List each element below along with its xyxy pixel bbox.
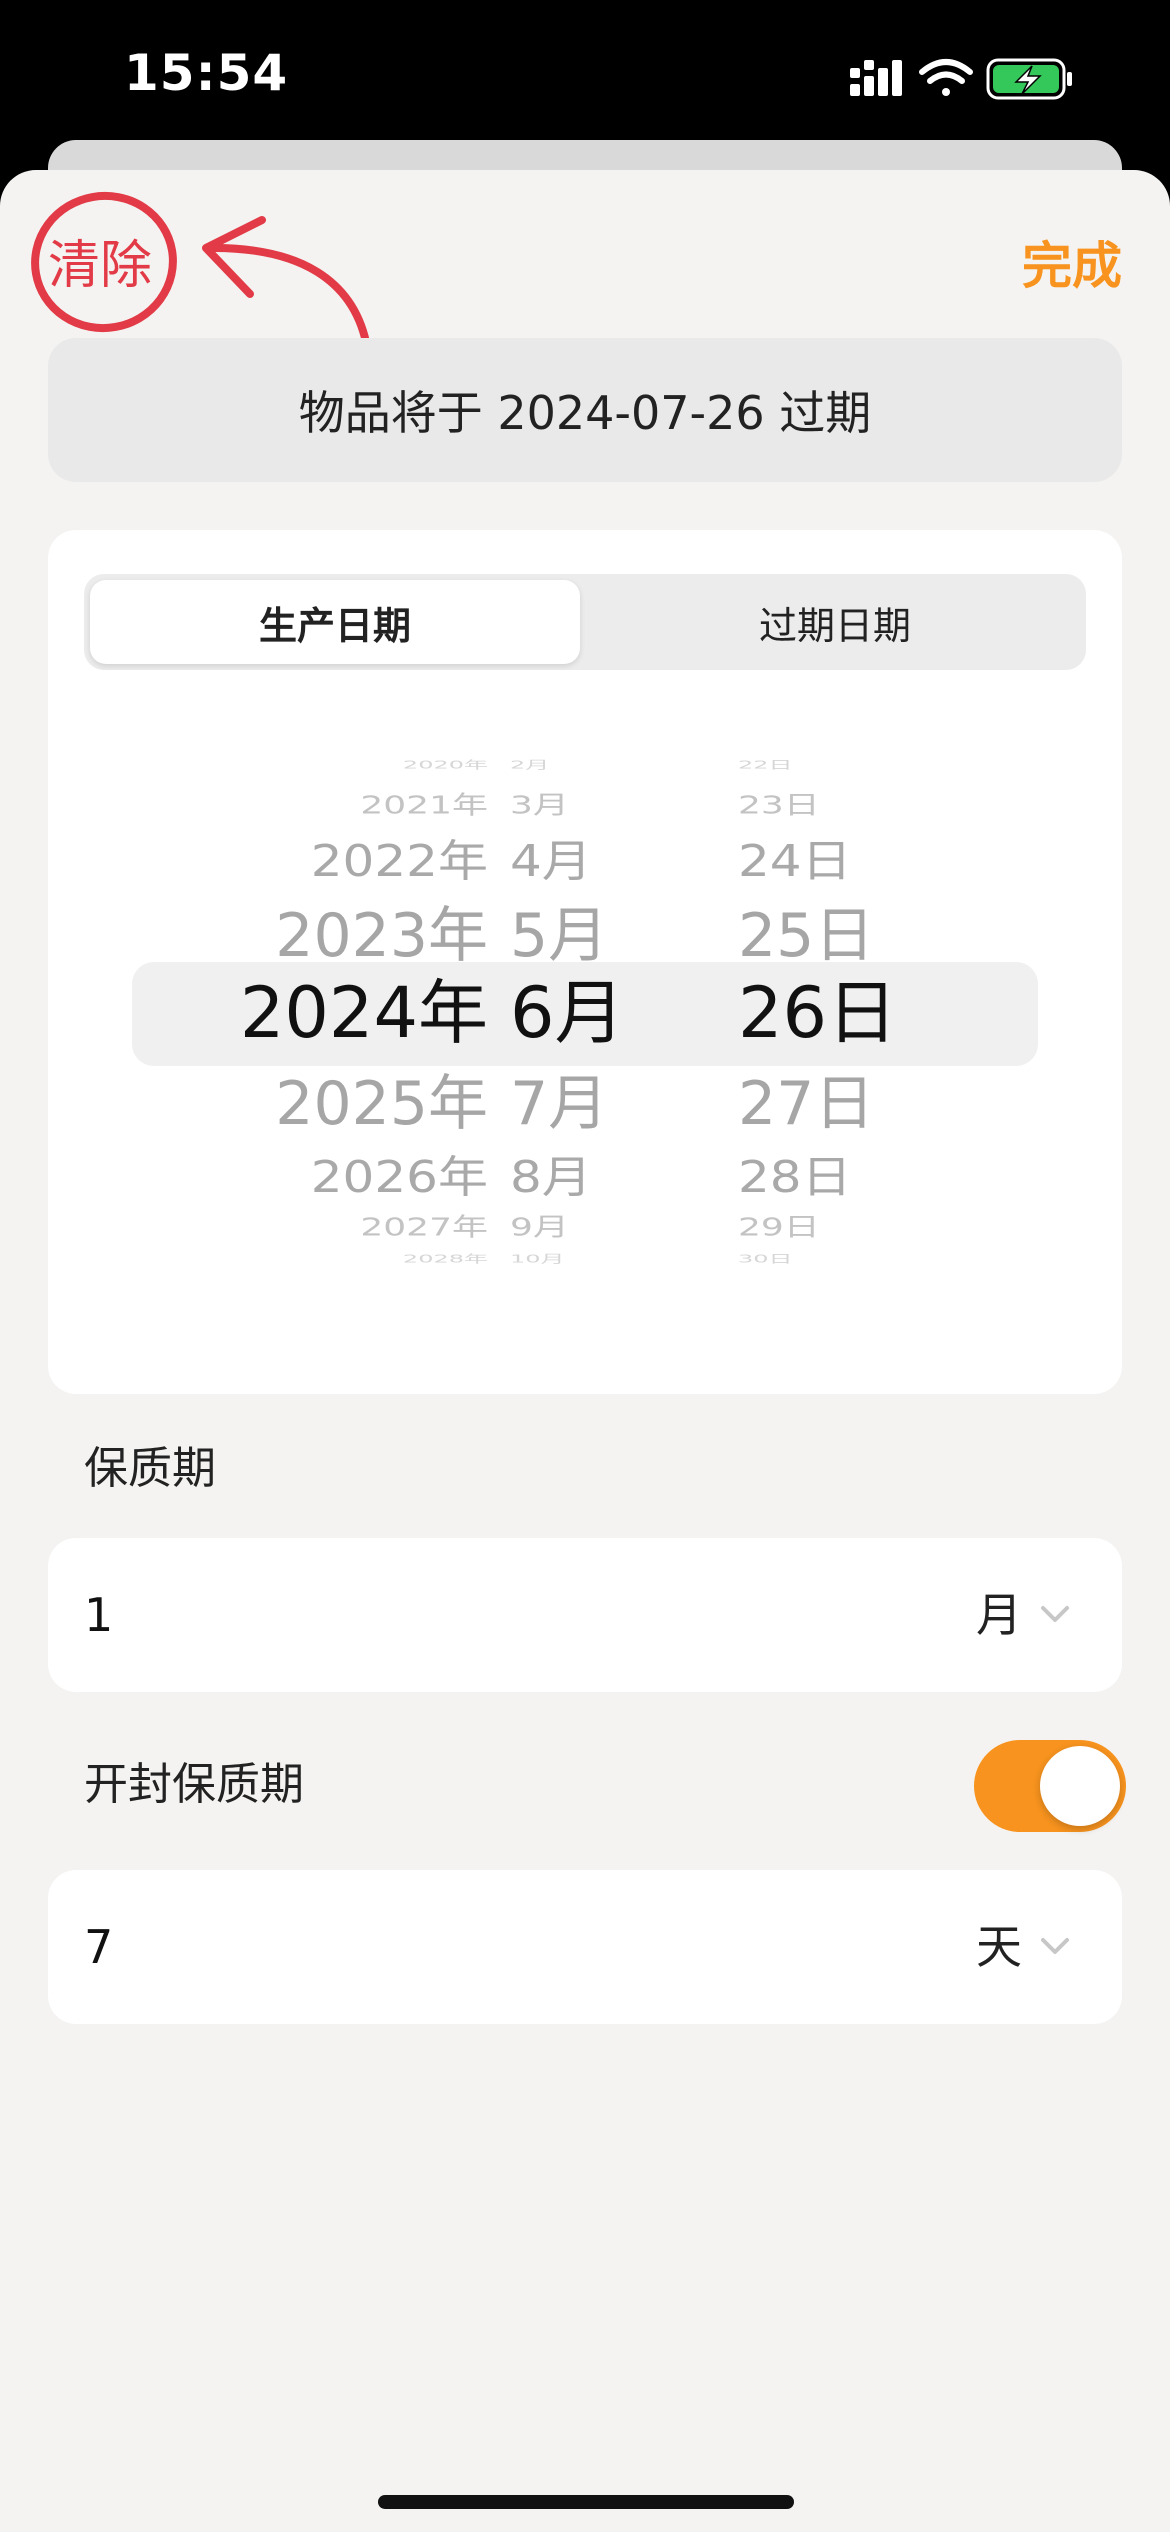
picker-item[interactable]: 2月 [510, 758, 650, 772]
picker-item[interactable]: 2026年 [188, 1150, 488, 1205]
shelf-life-value[interactable]: 1 [84, 1538, 113, 1692]
status-bar: 15:54 [0, 0, 1170, 150]
battery-charging-icon [986, 58, 1072, 100]
picker-item[interactable]: 2023年 [188, 900, 488, 972]
opened-shelf-life-value[interactable]: 7 [84, 1870, 113, 2024]
picker-item[interactable]: 4月 [510, 834, 650, 889]
picker-item[interactable]: 2022年 [188, 834, 488, 889]
picker-item[interactable]: 22日 [738, 758, 938, 772]
wifi-icon [919, 59, 973, 96]
toggle-knob [1040, 1746, 1120, 1826]
date-picker-card: 生产日期 过期日期 2020年 2021年 2022年 2023年 2024年 … [48, 530, 1122, 1394]
date-sheet: 清除 完成 物品将于 2024-07-26 过期 生产日期 过期日期 2020年… [0, 170, 1170, 2532]
picker-item[interactable]: 30日 [738, 1252, 938, 1266]
date-type-segmented-control: 生产日期 过期日期 [84, 574, 1086, 670]
chevron-down-icon[interactable] [1040, 1604, 1070, 1624]
opened-shelf-life-toggle[interactable] [974, 1740, 1126, 1832]
shelf-life-field[interactable]: 1 月 [48, 1538, 1122, 1692]
done-button[interactable]: 完成 [1022, 228, 1122, 304]
tab-production-date[interactable]: 生产日期 [90, 580, 580, 664]
home-indicator [378, 2495, 794, 2509]
picker-item[interactable]: 3月 [510, 792, 650, 820]
status-time: 15:54 [124, 44, 289, 102]
picker-item[interactable]: 2021年 [188, 792, 488, 820]
month-wheel[interactable]: 2月 3月 4月 5月 6月 7月 8月 9月 10月 [510, 750, 650, 1270]
picker-item[interactable]: 25日 [738, 900, 938, 972]
picker-item[interactable]: 28日 [738, 1150, 938, 1205]
picker-item[interactable]: 8月 [510, 1150, 650, 1205]
picker-item[interactable]: 9月 [510, 1214, 650, 1242]
picker-item[interactable]: 7月 [510, 1068, 650, 1140]
picker-selected-month[interactable]: 6月 [510, 968, 650, 1058]
picker-item[interactable]: 2028年 [188, 1252, 488, 1266]
year-wheel[interactable]: 2020年 2021年 2022年 2023年 2024年 2025年 2026… [188, 750, 488, 1270]
picker-item[interactable]: 2020年 [188, 758, 488, 772]
shelf-life-unit[interactable]: 月 [976, 1538, 1022, 1692]
signal-icon [850, 60, 902, 96]
opened-shelf-life-label: 开封保质期 [84, 1759, 304, 1810]
clear-button[interactable]: 清除 [48, 228, 168, 304]
tab-expiry-date[interactable]: 过期日期 [590, 580, 1080, 664]
chevron-down-icon[interactable] [1040, 1936, 1070, 1956]
picker-item[interactable]: 29日 [738, 1214, 938, 1242]
shelf-life-label: 保质期 [84, 1443, 216, 1494]
status-icons [850, 58, 1072, 100]
picker-selected-year[interactable]: 2024年 [188, 968, 488, 1058]
picker-item[interactable]: 24日 [738, 834, 938, 889]
expiry-banner: 物品将于 2024-07-26 过期 [48, 338, 1122, 482]
picker-item[interactable]: 10月 [510, 1252, 650, 1266]
picker-item[interactable]: 23日 [738, 792, 938, 820]
picker-item[interactable]: 2027年 [188, 1214, 488, 1242]
day-wheel[interactable]: 22日 23日 24日 25日 26日 27日 28日 29日 30日 [738, 750, 938, 1270]
picker-item[interactable]: 5月 [510, 900, 650, 972]
picker-item[interactable]: 2025年 [188, 1068, 488, 1140]
picker-item[interactable]: 27日 [738, 1068, 938, 1140]
picker-selected-day[interactable]: 26日 [738, 968, 938, 1058]
opened-shelf-life-field[interactable]: 7 天 [48, 1870, 1122, 2024]
date-wheel-picker[interactable]: 2020年 2021年 2022年 2023年 2024年 2025年 2026… [48, 750, 1122, 1270]
opened-shelf-life-unit[interactable]: 天 [976, 1870, 1022, 2024]
